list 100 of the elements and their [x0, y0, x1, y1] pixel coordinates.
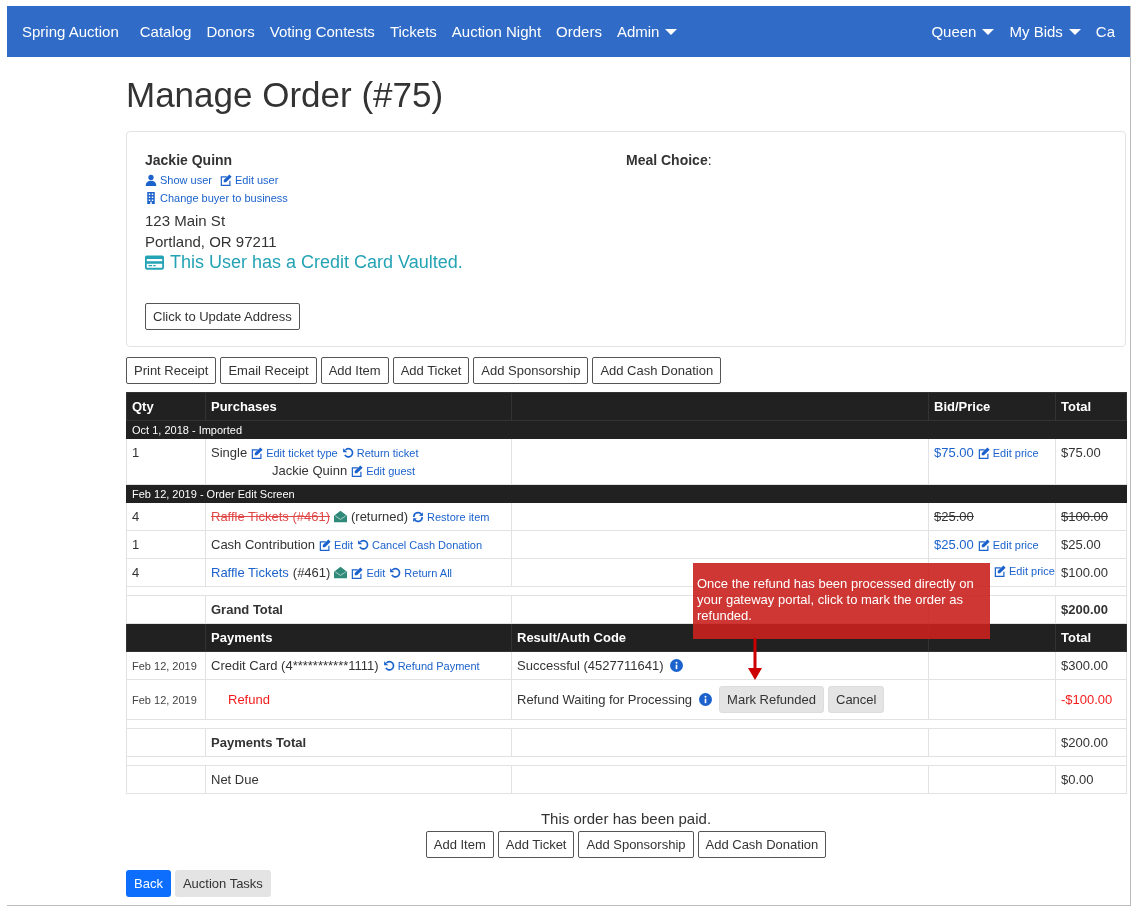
result-text: Successful (4527711641): [517, 658, 664, 673]
sync-icon: [412, 510, 425, 523]
edit-icon: [351, 566, 364, 579]
payment-date: Feb 12, 2019: [126, 679, 206, 720]
item-name: Cash Contribution: [211, 537, 316, 552]
footer-button[interactable]: Auction Tasks: [174, 870, 271, 897]
edit-icon: [977, 538, 990, 551]
update-address-button[interactable]: Click to Update Address: [145, 303, 300, 330]
action-button[interactable]: Add Sponsorship: [473, 357, 589, 384]
column-header: Payments: [205, 623, 512, 652]
business-link[interactable]: Change buyer to business: [145, 192, 288, 204]
undo-icon: [357, 538, 370, 551]
total-cell: $25.00: [1061, 537, 1101, 552]
edit-price-link[interactable]: Edit price: [977, 538, 1039, 551]
info-icon: [699, 693, 713, 706]
page-title: Manage Order (#75): [126, 75, 445, 115]
action-button[interactable]: Add Item: [320, 357, 389, 384]
action-button[interactable]: Add Cash Donation: [592, 357, 722, 384]
result-text: Refund Waiting for Processing: [517, 692, 693, 707]
grand-total-label: Grand Total: [211, 602, 283, 617]
nav-link[interactable]: Orders: [556, 23, 602, 40]
undo-icon: [341, 446, 354, 459]
edit-icon: [351, 464, 364, 477]
user-link[interactable]: Edit user: [220, 174, 279, 186]
address-line: 123 Main St: [145, 211, 227, 231]
nav-link[interactable]: Auction Night: [451, 23, 542, 40]
row-action-link[interactable]: Edit guest: [351, 464, 416, 477]
total-cell: $100.00: [1061, 565, 1108, 580]
payment-total: $300.00: [1061, 658, 1108, 673]
qty-cell: 1: [126, 438, 206, 485]
undo-icon: [382, 659, 395, 672]
row-action-link[interactable]: Edit ticket type: [251, 446, 338, 459]
user-link[interactable]: Show user: [145, 174, 212, 186]
nav-link[interactable]: Catalog: [139, 23, 192, 40]
column-header: Total: [1055, 392, 1127, 421]
action-button[interactable]: Add Ticket: [497, 831, 575, 858]
grand-total-value: $200.00: [1061, 602, 1108, 617]
column-header: Qty: [126, 392, 206, 421]
action-button[interactable]: Add Sponsorship: [578, 831, 694, 858]
callout-tooltip: Once the refund has been processed directly on your gateway portal, click to mark the order as refunded.: [693, 563, 990, 639]
edit-icon: [977, 446, 990, 459]
total-cell: $100.00: [1061, 509, 1108, 524]
payments-total-value: $200.00: [1055, 728, 1127, 757]
refund-action-button[interactable]: Cancel: [828, 686, 885, 713]
customer-name: Jackie Quinn: [145, 152, 234, 168]
row-action-link[interactable]: Restore item: [412, 510, 490, 523]
nav-link[interactable]: Voting Contests: [269, 23, 375, 40]
edit-price-link[interactable]: Edit price: [994, 565, 1055, 577]
footer-button[interactable]: Back: [126, 870, 171, 897]
nav-link[interactable]: Tickets: [389, 23, 437, 40]
edit-icon: [251, 446, 264, 459]
payment-method: Credit Card (4***********1111): [211, 658, 379, 673]
price-text: $25.00: [934, 509, 974, 524]
nav-link[interactable]: Queen: [931, 23, 995, 40]
qty-cell: 4: [126, 502, 206, 531]
payment-date: Feb 12, 2019: [126, 651, 206, 680]
qty-cell: 1: [126, 530, 206, 559]
column-header: Total: [1055, 623, 1127, 652]
action-button[interactable]: Add Cash Donation: [697, 831, 827, 858]
row-action-link[interactable]: Return All: [389, 566, 453, 579]
callout-arrow: [748, 638, 762, 680]
undo-icon: [389, 566, 402, 579]
item-name: Raffle Tickets (#461): [211, 509, 330, 524]
action-button[interactable]: Print Receipt: [126, 357, 217, 384]
payments-total-label: Payments Total: [211, 735, 307, 750]
row-action-link[interactable]: Edit: [351, 566, 386, 579]
net-due-value: $0.00: [1055, 765, 1127, 794]
payment-total: -$100.00: [1061, 692, 1113, 707]
nav-link[interactable]: Ca: [1095, 23, 1115, 40]
edit-icon: [220, 174, 232, 186]
credit-card-icon: [145, 253, 164, 272]
meal-colon: :: [707, 152, 712, 168]
meal-label: Meal Choice: [626, 152, 708, 168]
item-status: (returned): [351, 509, 409, 524]
refund-payment-link[interactable]: Refund Payment: [382, 659, 480, 672]
price-text: $25.00: [934, 537, 974, 552]
nav-link[interactable]: Donors: [206, 23, 255, 40]
address-line: Portland, OR 97211: [145, 232, 278, 252]
vaulted-card-text: This User has a Credit Card Vaulted.: [170, 252, 463, 273]
total-cell: $75.00: [1061, 445, 1101, 460]
item-number: (#461): [292, 565, 331, 580]
nav-link[interactable]: Admin: [616, 23, 678, 40]
guest-name: Jackie Quinn: [272, 463, 348, 478]
info-icon: [670, 659, 684, 672]
building-icon: [145, 192, 157, 204]
refund-action-button[interactable]: Mark Refunded: [719, 686, 824, 713]
edit-icon: [994, 565, 1006, 577]
item-link[interactable]: Raffle Tickets: [211, 565, 289, 580]
user-icon: [145, 174, 157, 186]
brand-link[interactable]: Spring Auction: [22, 23, 119, 40]
edit-price-link[interactable]: Edit price: [977, 446, 1039, 459]
row-action-link[interactable]: Edit: [319, 538, 354, 551]
action-button[interactable]: Add Item: [425, 831, 494, 858]
row-action-link[interactable]: Return ticket: [341, 446, 419, 459]
nav-link[interactable]: My Bids: [1009, 23, 1081, 40]
qty-cell: 4: [126, 558, 206, 587]
price-text: $75.00: [934, 445, 974, 460]
action-button[interactable]: Add Ticket: [392, 357, 470, 384]
action-button[interactable]: Email Receipt: [220, 357, 317, 384]
row-action-link[interactable]: Cancel Cash Donation: [357, 538, 483, 551]
